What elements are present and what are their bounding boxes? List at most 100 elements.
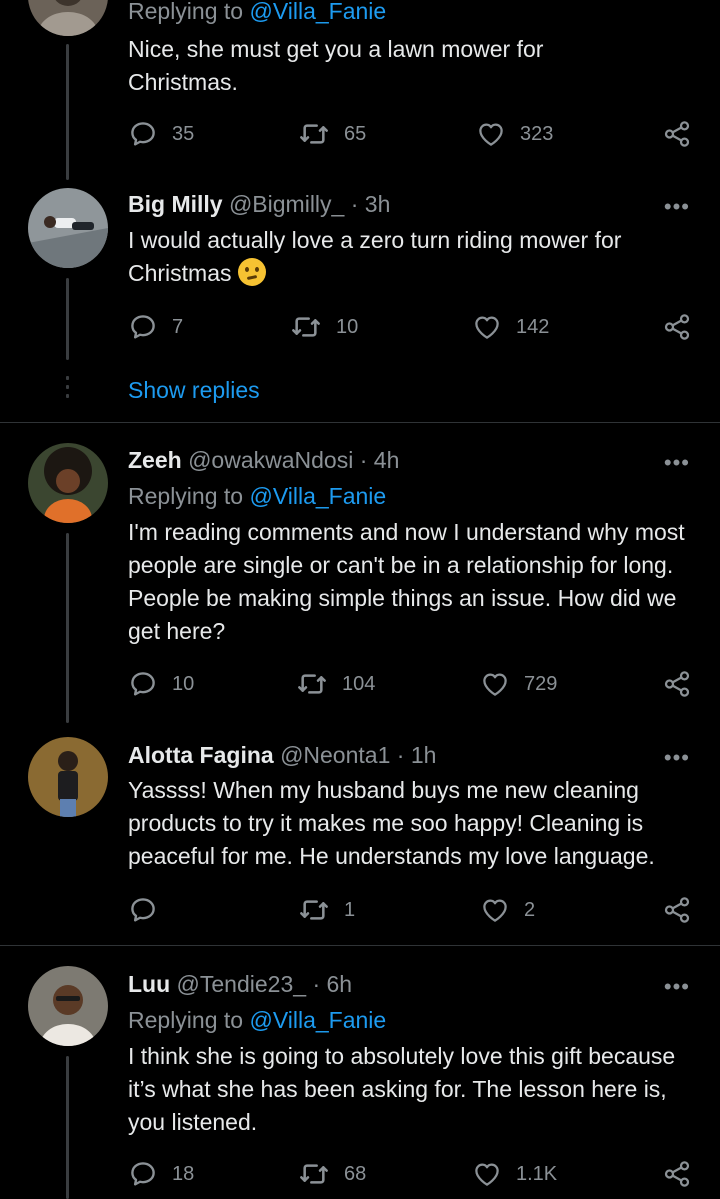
thread-continuation-dots [66,376,69,403]
avatar[interactable] [28,966,108,1046]
retweet-button[interactable]: 65 [298,116,366,152]
tweet-text: I'm reading comments and now I understan… [128,519,685,644]
heart-icon [472,1159,502,1189]
retweet-button[interactable]: 68 [298,1156,366,1192]
like-button[interactable]: 1.1K [472,1156,557,1192]
reply-to-mention[interactable]: @Villa_Fanie [249,1007,386,1033]
like-button[interactable]: 323 [476,116,553,152]
like-count: 1.1K [516,1162,558,1185]
tweet-alotta-fagina[interactable]: Alotta Fagina @Neonta1 · 1h ••• Yassss! … [0,723,720,945]
share-icon [662,669,692,699]
retweet-icon [290,311,322,343]
separator-dot: · [312,971,321,997]
retweet-count: 10 [336,315,359,338]
retweet-icon [298,1158,330,1190]
thread-line [66,1056,69,1199]
reply-context: Replying to @Villa_Fanie [128,1007,386,1034]
reply-count: 7 [172,315,184,338]
share-icon [662,895,692,925]
username[interactable]: @Neonta1 [280,742,390,768]
reply-icon [128,1159,158,1189]
display-name[interactable]: Luu [128,971,170,997]
retweet-button[interactable]: 10 [290,309,358,345]
share-icon [662,312,692,342]
tweet-header: Luu @Tendie23_ · 6h [128,971,352,998]
tweet-text: Yassss! When my husband buys me new clea… [128,777,655,869]
share-button[interactable] [662,666,692,702]
like-count: 729 [524,672,558,695]
like-button[interactable]: 2 [480,892,535,928]
display-name[interactable]: Alotta Fagina [128,742,274,768]
thread-line [66,533,69,723]
share-button[interactable] [662,1156,692,1192]
separator-dot: · [350,191,359,217]
more-options-icon[interactable]: ••• [664,450,690,476]
timestamp[interactable]: 1h [411,742,437,768]
tweet-luu[interactable]: Luu @Tendie23_ · 6h ••• Replying to @Vil… [0,946,720,1199]
avatar[interactable] [28,737,108,817]
retweet-button[interactable]: 1 [298,892,355,928]
reply-button[interactable]: 18 [128,1156,194,1192]
share-button[interactable] [662,309,692,345]
username[interactable]: @Bigmilly_ [229,191,344,217]
avatar[interactable] [28,0,108,36]
reply-button[interactable]: 10 [128,666,194,702]
like-count: 142 [516,315,550,338]
tweet-text: Nice, she must get you a lawn mower for … [128,36,544,95]
reply-button[interactable]: 35 [128,116,194,152]
tweet-header: Alotta Fagina @Neonta1 · 1h [128,742,436,769]
reply-button[interactable]: 7 [128,309,183,345]
display-name[interactable]: Big Milly [128,191,223,217]
heart-icon [480,669,510,699]
username[interactable]: @Tendie23_ [177,971,307,997]
action-bar: 35 65 323 [128,116,694,152]
action-bar: 1 2 [128,892,694,928]
tweet-partial-top[interactable]: Replying to @Villa_Fanie Nice, she must … [0,0,720,180]
retweet-button[interactable]: 104 [296,666,375,702]
tweet-text: I think she is going to absolutely love … [128,1043,676,1135]
avatar[interactable] [28,188,108,268]
timestamp[interactable]: 4h [374,447,400,473]
reply-to-mention[interactable]: @Villa_Fanie [249,483,386,509]
heart-icon [472,312,502,342]
tweet-big-milly[interactable]: Big Milly @Bigmilly_ · 3h ••• I would ac… [0,180,720,422]
share-button[interactable] [662,116,692,152]
reply-icon [128,312,158,342]
tweet-header: Big Milly @Bigmilly_ · 3h [128,191,390,218]
retweet-count: 65 [344,122,367,145]
tweet-text: I would actually love a zero turn riding… [128,224,698,290]
like-button[interactable]: 142 [472,309,549,345]
tweet-zeeh[interactable]: Zeeh @owakwaNdosi · 4h ••• Replying to @… [0,423,720,723]
reply-button[interactable] [128,892,172,928]
timestamp[interactable]: 6h [327,971,353,997]
separator-dot: · [359,447,368,473]
retweet-icon [296,668,328,700]
show-replies-link[interactable]: Show replies [128,377,260,404]
display-name[interactable]: Zeeh [128,447,182,473]
thread-line [66,44,69,180]
tweet-header: Zeeh @owakwaNdosi · 4h [128,447,399,474]
more-options-icon[interactable]: ••• [664,745,690,771]
like-button[interactable]: 729 [480,666,557,702]
reply-count: 18 [172,1162,195,1185]
reply-to-prefix: Replying to [128,1007,244,1033]
more-options-icon[interactable]: ••• [664,194,690,220]
share-button[interactable] [662,892,692,928]
retweet-icon [298,118,330,150]
more-options-icon[interactable]: ••• [664,974,690,1000]
reply-to-mention[interactable]: @Villa_Fanie [249,0,386,24]
action-bar: 7 10 142 [128,309,694,345]
username[interactable]: @owakwaNdosi [188,447,353,473]
separator-dot: · [396,742,405,768]
action-bar: 18 68 1.1K [128,1156,694,1192]
reply-to-prefix: Replying to [128,0,244,24]
reply-icon [128,119,158,149]
timestamp[interactable]: 3h [365,191,391,217]
retweet-count: 68 [344,1162,367,1185]
like-count: 323 [520,122,554,145]
tweet-text-content: I would actually love a zero turn riding… [128,227,622,286]
reply-icon [128,669,158,699]
avatar[interactable] [28,443,108,523]
thread-line [66,278,69,360]
heart-icon [476,119,506,149]
